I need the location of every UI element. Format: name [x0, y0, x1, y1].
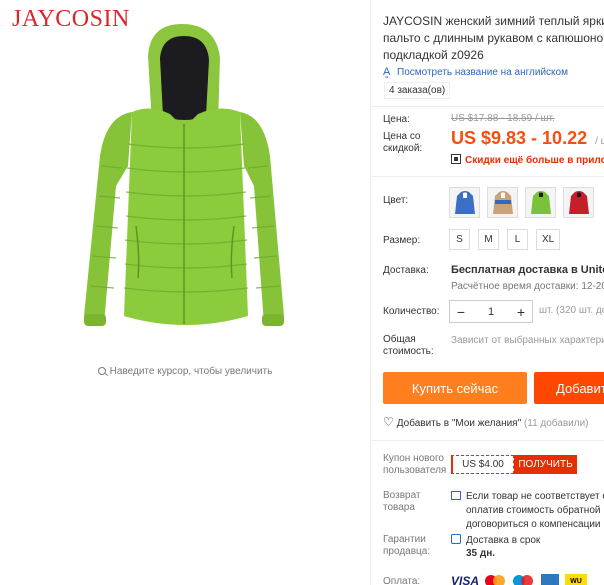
- amex-icon: [541, 574, 560, 585]
- label-line: скидкой:: [383, 143, 423, 154]
- label-line: пользователя: [383, 465, 447, 476]
- original-price: US $17.88 - 18.59 / шт.: [451, 113, 555, 124]
- zoom-hint: Наведите курсор, чтобы увеличить: [0, 366, 370, 377]
- shield-icon: [451, 534, 461, 544]
- coupon-label: Купон нового пользователя: [383, 453, 446, 477]
- heart-icon: ♡: [383, 415, 394, 429]
- size-option-xl[interactable]: XL: [536, 229, 561, 250]
- label-line: продавца:: [383, 546, 431, 557]
- guarantee-label: Гарантии продавца:: [383, 534, 430, 558]
- size-label: Размер:: [383, 235, 421, 246]
- discount-price: US $9.83 - 10.22 / шт: [451, 128, 604, 149]
- visa-icon: VISA: [451, 574, 480, 585]
- western-union-icon: WU: [565, 574, 588, 585]
- get-coupon-button[interactable]: ПОЛУЧИТЬ: [514, 455, 577, 474]
- add-to-cart-button[interactable]: Добавит: [534, 372, 604, 404]
- quantity-stepper: − 1 +: [449, 300, 533, 323]
- title-line: пальто с длинным рукавом с капюшоно: [383, 31, 604, 45]
- coupon-amount: US $4.00: [451, 455, 514, 474]
- label-line: Купон нового: [383, 453, 444, 464]
- app-discount-link[interactable]: Скидки ещё больше в приложе: [451, 154, 604, 166]
- quantity-label: Количество:: [383, 306, 440, 317]
- size-options: S M L XL: [449, 229, 561, 250]
- wishlist-label: Добавить в "Мои желания": [396, 418, 522, 429]
- product-image[interactable]: [70, 16, 300, 351]
- buy-now-button[interactable]: Купить сейчас: [383, 372, 527, 404]
- jacket-thumb-icon: [530, 190, 551, 214]
- product-title: JAYCOSIN женский зимний теплый ярки паль…: [383, 13, 604, 64]
- size-option-m[interactable]: M: [478, 229, 499, 250]
- translate-link[interactable]: A͈ Посмотреть название на английском: [383, 66, 568, 78]
- delivery-time: Расчётное время доставки: 12-20: [451, 281, 604, 292]
- jacket-thumb-icon: [568, 190, 589, 214]
- zoom-hint-text: Наведите курсор, чтобы увеличить: [109, 366, 273, 377]
- guarantee-line: Доставка в срок: [466, 535, 541, 546]
- return-icon: [451, 491, 461, 500]
- label-line: Гарантии: [383, 534, 426, 545]
- divider: [371, 176, 604, 177]
- quantity-decrease-button[interactable]: −: [450, 304, 472, 320]
- guarantee-days: 35 дн.: [466, 548, 496, 559]
- total-label: Общая стоимость:: [383, 334, 434, 358]
- color-swatch-multicolor[interactable]: [487, 187, 518, 218]
- discount-price-label: Цена со скидкой:: [383, 131, 422, 155]
- returns-label: Возврат товара: [383, 490, 421, 514]
- magnifier-icon: [97, 367, 106, 375]
- label-line: Возврат: [383, 490, 421, 501]
- seller-guarantee: Доставка в срок 35 дн.: [451, 534, 540, 560]
- returns-line: Если товар не соответствует о: [466, 491, 604, 502]
- returns-line: оплатив стоимость обратной: [466, 505, 601, 516]
- product-gallery: JAYCOSIN Наведите курсор, чтобы увеличит…: [0, 0, 370, 585]
- shipping-method[interactable]: Бесплатная доставка в United S: [451, 264, 604, 276]
- label-line: стоимость:: [383, 346, 434, 357]
- color-swatch-red[interactable]: [563, 187, 594, 218]
- quantity-input[interactable]: 1: [472, 306, 510, 318]
- color-swatches: [449, 187, 594, 218]
- size-option-s[interactable]: S: [449, 229, 470, 250]
- title-line: JAYCOSIN женский зимний теплый ярки: [383, 14, 604, 28]
- jacket-thumb-icon: [492, 190, 513, 214]
- jacket-thumb-icon: [454, 190, 475, 214]
- wishlist-count: (11 добавили): [523, 418, 589, 429]
- divider: [371, 106, 604, 107]
- translate-link-text: Посмотреть название на английском: [397, 67, 568, 78]
- divider: [371, 440, 604, 441]
- orders-count: 4 заказа(ов): [384, 82, 451, 99]
- quantity-available: шт. (320 шт. до: [539, 305, 604, 316]
- mastercard-icon: [485, 574, 507, 585]
- returns-line: договориться о компенсации: [466, 519, 601, 530]
- price-label: Цена:: [383, 114, 410, 125]
- add-to-wishlist-link[interactable]: ♡ Добавить в "Мои желания" (11 добавили): [383, 415, 589, 429]
- app-discount-text: Скидки ещё больше в приложе: [465, 155, 604, 166]
- product-info: JAYCOSIN женский зимний теплый ярки паль…: [370, 0, 604, 585]
- color-swatch-green[interactable]: [525, 187, 556, 218]
- returns-policy: Если товар не соответствует о оплатив ст…: [451, 490, 604, 532]
- maestro-icon: [513, 574, 535, 585]
- shipping-label: Доставка:: [383, 265, 429, 276]
- label-line: товара: [383, 502, 415, 513]
- size-option-l[interactable]: L: [507, 229, 528, 250]
- color-label: Цвет:: [383, 195, 409, 206]
- title-line: подкладкой z0926: [383, 48, 484, 62]
- payment-methods: VISA WU: [451, 574, 588, 585]
- label-line: Общая: [383, 334, 416, 345]
- label-line: Цена со: [383, 131, 421, 142]
- total-value: Зависит от выбранных характери: [451, 335, 604, 346]
- translate-icon: A͈: [383, 66, 391, 78]
- qr-code-icon: [451, 154, 461, 164]
- color-swatch-blue[interactable]: [449, 187, 480, 218]
- payment-label: Оплата:: [383, 576, 421, 585]
- discount-price-value: US $9.83 - 10.22: [451, 128, 588, 148]
- price-unit: / шт: [595, 136, 604, 147]
- quantity-increase-button[interactable]: +: [510, 304, 532, 320]
